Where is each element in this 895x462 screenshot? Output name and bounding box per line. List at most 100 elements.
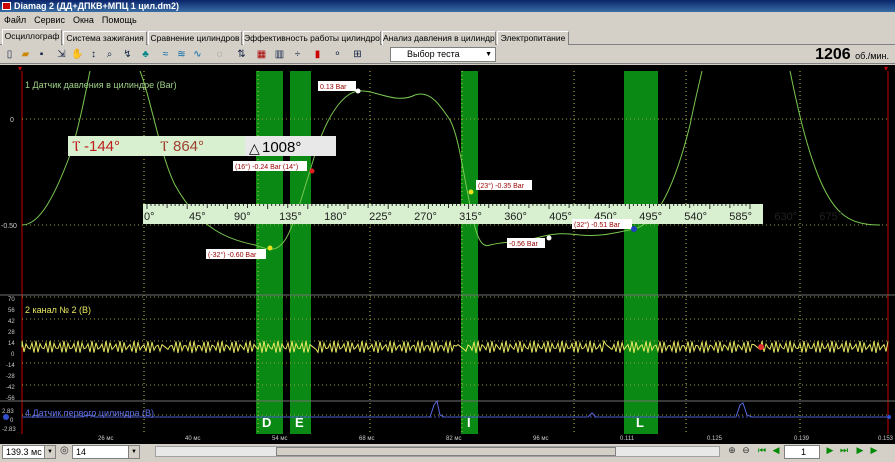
angle-label: 360°: [504, 211, 527, 223]
angle-label: 405°: [549, 211, 572, 223]
annotation-point[interactable]: [631, 226, 637, 232]
annotation-label: 0.13 Bar: [320, 84, 347, 91]
status-bar: 26 мс 40 мс 54 мс 68 мс 82 мс 96 мс 0.11…: [0, 436, 895, 462]
time-tick: 26 мс: [98, 436, 114, 442]
menu-file[interactable]: Файл: [0, 12, 30, 25]
cursor-start-marker[interactable]: ▾: [18, 65, 22, 73]
tab-power[interactable]: Электропитание: [497, 31, 569, 45]
hand-icon[interactable]: ✋: [71, 48, 84, 61]
zoom-icon[interactable]: ⌕: [103, 48, 116, 61]
play-end-icon[interactable]: ▶: [868, 444, 880, 457]
play-icon[interactable]: ▶: [854, 444, 866, 457]
annotation-point[interactable]: [309, 168, 315, 174]
angle-label: 90°: [234, 211, 251, 223]
app-icon: [2, 2, 11, 10]
marker-icon[interactable]: ↕: [87, 48, 100, 61]
oscilloscope-canvas[interactable]: ▾ ▾ 1 Датчик давления в цилиндре (Bar) 2…: [0, 65, 895, 437]
test-select-value: Выбор теста: [407, 49, 460, 59]
remove-circle-icon[interactable]: ⊖: [740, 444, 752, 457]
measure-icon[interactable]: ⊞: [351, 48, 364, 61]
first-page-icon[interactable]: ⏮: [756, 444, 768, 457]
cursor-end-marker[interactable]: ▾: [884, 65, 888, 73]
zone-label-l: L: [636, 415, 644, 430]
menu-help[interactable]: Помощь: [98, 12, 141, 25]
time-tick: 0.153: [878, 436, 894, 442]
menu-service[interactable]: Сервис: [30, 12, 69, 25]
filter-icon[interactable]: ↯: [121, 48, 134, 61]
bars-icon[interactable]: ▮: [311, 48, 324, 61]
tab-cylinder-efficiency[interactable]: Эффективность работы цилиндров: [243, 31, 381, 45]
marker2-icon[interactable]: ⇅: [235, 48, 248, 61]
time-tick: 0.111: [620, 436, 635, 442]
zone-e: [290, 71, 311, 437]
ch2-tick: 28: [8, 330, 15, 336]
angle-label: 45°: [189, 211, 206, 223]
window-title: Diamag 2 (ДД+ДПКВ+МПЦ 1 цил.dm2): [14, 1, 180, 11]
time-tick: 96 мс: [533, 436, 549, 442]
channel-4-right-marker[interactable]: [887, 415, 891, 419]
open-icon[interactable]: ▰: [19, 48, 32, 61]
gauge-icon[interactable]: ◌: [213, 48, 226, 61]
save-icon[interactable]: ▪: [35, 48, 48, 61]
annotation-point[interactable]: [267, 245, 273, 251]
ch2-ticks: 70 56 42 28 14 0 -14 -28 -42 -56: [6, 297, 15, 402]
menu-windows[interactable]: Окна: [69, 12, 98, 25]
rpm-unit: об./мин.: [855, 51, 889, 61]
wave3-icon[interactable]: ∿: [191, 48, 204, 61]
cursor-end-value: 864°: [173, 138, 204, 155]
table-icon[interactable]: ▦: [255, 48, 268, 61]
annotation-point[interactable]: [546, 235, 552, 241]
angle-label: 495°: [639, 211, 662, 223]
probe-icon[interactable]: ♣: [139, 48, 152, 61]
ch2-tick: 56: [8, 308, 15, 314]
chevron-down-icon: ▼: [128, 446, 139, 458]
horizontal-scrollbar[interactable]: [155, 446, 720, 457]
annotation-point[interactable]: [355, 88, 361, 94]
annotation-point[interactable]: [468, 189, 474, 195]
angle-label: 675°: [819, 211, 842, 223]
tab-pressure-analysis[interactable]: Анализ давления в цилиндре: [382, 31, 496, 45]
wave2-icon[interactable]: ≋: [175, 48, 188, 61]
angle-label: 180°: [324, 211, 347, 223]
chart-icon[interactable]: ⚬: [331, 48, 344, 61]
rpm-value: 1206: [815, 46, 851, 63]
add-circle-icon[interactable]: ⊕: [726, 444, 738, 457]
ch4-tick: 0: [10, 418, 14, 424]
page-input[interactable]: 1: [784, 445, 820, 459]
menu-bar: Файл Сервис Окна Помощь: [0, 12, 895, 29]
tab-cylinder-compare[interactable]: Сравнение цилиндров: [148, 31, 242, 45]
ch2-tick: -42: [6, 385, 15, 391]
angle-label: 540°: [684, 211, 707, 223]
time-scale-select[interactable]: 139.3 мс ▼: [2, 445, 56, 459]
angle-label: 270°: [414, 211, 437, 223]
annotation-label: (32°) -0.51 Bar: [574, 221, 621, 229]
tab-oscilloscope[interactable]: Осциллограф: [2, 29, 62, 45]
channel-2-marker[interactable]: [758, 344, 764, 350]
ch2-tick: -28: [6, 374, 15, 380]
zone-i: [461, 71, 478, 437]
annotation-label: -0.56 Bar: [509, 241, 538, 248]
new-icon[interactable]: ▯: [3, 48, 16, 61]
wave-icon[interactable]: ≈: [159, 48, 172, 61]
prev-page-icon[interactable]: ◀: [770, 444, 782, 457]
angle-label: 630°: [774, 211, 797, 223]
rpm-readout: 1206 об./мин.: [815, 46, 889, 64]
time-tick: 40 мс: [185, 436, 201, 442]
angle-label: 225°: [369, 211, 392, 223]
cursor-end-icon: Ⲧ: [160, 138, 169, 154]
test-select[interactable]: Выбор теста ▼: [390, 47, 496, 62]
tab-ignition[interactable]: Система зажигания: [63, 31, 147, 45]
next-page-icon[interactable]: ▶: [824, 444, 836, 457]
grid-icon[interactable]: ▥: [273, 48, 286, 61]
scrollbar-thumb[interactable]: [276, 447, 616, 456]
split-icon[interactable]: ÷: [291, 48, 304, 61]
cursor-icon[interactable]: ⇲: [55, 48, 68, 61]
zone-label-i: I: [467, 415, 471, 430]
oscilloscope-view[interactable]: ▾ ▾ 1 Датчик давления в цилиндре (Bar) 2…: [0, 65, 895, 437]
zone-l: [624, 71, 658, 437]
time-tick: 68 мс: [359, 436, 375, 442]
ch4-tick: -2.83: [2, 427, 16, 433]
channel-select[interactable]: 14 ▼: [72, 445, 140, 459]
last-page-icon[interactable]: ⏭: [838, 444, 850, 457]
target-icon: ◎: [60, 445, 69, 456]
